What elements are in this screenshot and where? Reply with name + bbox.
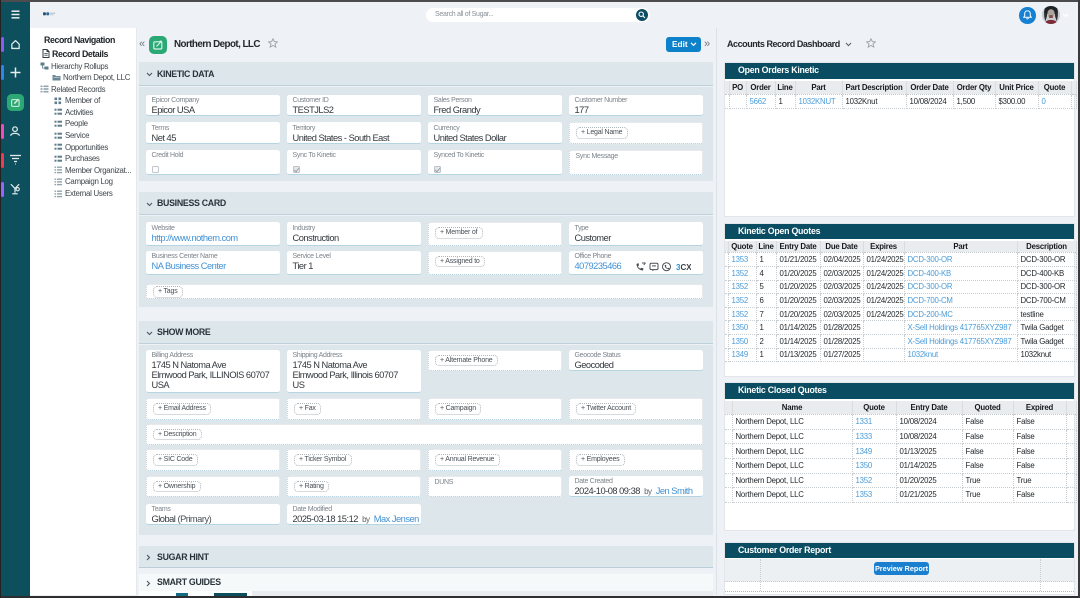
svg-text:CX: CX [681,263,692,272]
